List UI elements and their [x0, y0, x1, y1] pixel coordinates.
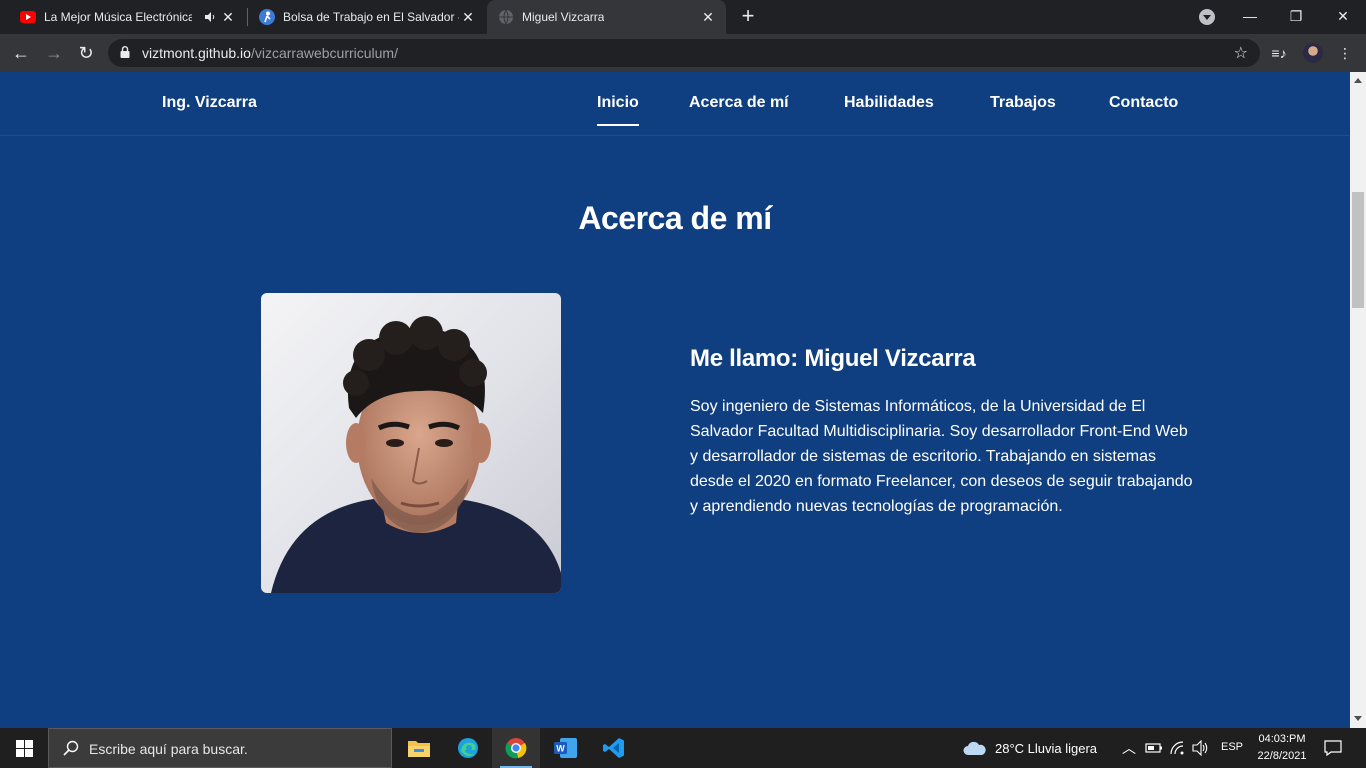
about-heading: Me llamo: Miguel Vizcarra — [690, 345, 976, 372]
profile-avatar[interactable] — [1303, 43, 1323, 63]
page-scrollbar[interactable] — [1350, 72, 1366, 728]
tray-chevron-up-icon[interactable]: ︿ — [1122, 738, 1136, 758]
chrome-icon — [505, 738, 527, 759]
edge-icon — [458, 738, 478, 758]
start-button[interactable] — [0, 728, 48, 768]
profile-photo — [261, 293, 561, 593]
tab-search-icon[interactable] — [1199, 9, 1215, 25]
portrait-illustration — [271, 316, 561, 593]
taskbar-search-box[interactable]: Escribe aquí para buscar. — [48, 728, 392, 768]
site-header: Ing. Vizcarra Inicio Acerca de mí Habili… — [0, 72, 1350, 136]
search-placeholder: Escribe aquí para buscar. — [89, 741, 248, 757]
nav-link-acerca[interactable]: Acerca de mí — [689, 94, 789, 112]
word-icon: W — [554, 738, 577, 758]
close-tab-icon[interactable]: ✕ — [460, 9, 476, 25]
tab-title: La Mejor Música Electrónica — [44, 10, 192, 24]
tab-title: Miguel Vizcarra — [522, 10, 605, 24]
globe-icon — [499, 9, 513, 25]
nav-link-trabajos[interactable]: Trabajos — [990, 94, 1056, 112]
restore-icon[interactable]: ❐ — [1273, 0, 1319, 34]
taskbar-app-edge[interactable] — [444, 728, 492, 768]
minimize-icon[interactable]: — — [1227, 0, 1273, 34]
wifi-icon[interactable] — [1170, 741, 1186, 755]
notification-center-icon[interactable] — [1324, 740, 1342, 756]
taskbar-app-word[interactable]: W — [541, 728, 589, 768]
nav-link-habilidades[interactable]: Habilidades — [844, 94, 934, 112]
address-bar[interactable]: viztmont.github.io/vizcarrawebcurriculum… — [108, 39, 1260, 67]
reload-icon[interactable]: ↻ — [74, 41, 98, 65]
svg-text:W: W — [556, 744, 565, 754]
window-close-icon[interactable]: ✕ — [1320, 0, 1366, 34]
browser-tab-bar: La Mejor Música Electrónica ✕ Bolsa de T… — [0, 0, 1366, 34]
weather-text[interactable]: 28°C Lluvia ligera — [995, 741, 1097, 756]
forward-icon[interactable]: → — [42, 41, 66, 65]
close-tab-icon[interactable]: ✕ — [700, 9, 716, 25]
url-host: viztmont.github.io — [142, 45, 251, 61]
file-explorer-icon — [408, 741, 430, 757]
scroll-thumb[interactable] — [1352, 192, 1364, 308]
tab-job-board[interactable]: Bolsa de Trabajo en El Salvador - ✕ — [248, 0, 486, 34]
language-indicator[interactable]: ESP — [1221, 741, 1243, 753]
search-icon — [63, 740, 79, 756]
new-tab-button[interactable]: + — [736, 5, 760, 29]
section-title: Acerca de mí — [578, 200, 772, 236]
scroll-down-icon[interactable] — [1354, 716, 1362, 721]
weather-cloud-icon[interactable] — [963, 740, 987, 756]
windows-taskbar: Escribe aquí para buscar. W 28°C Lluvia … — [0, 728, 1366, 768]
web-page: Ing. Vizcarra Inicio Acerca de mí Habili… — [0, 72, 1350, 728]
battery-icon[interactable] — [1145, 741, 1163, 755]
scroll-up-icon[interactable] — [1354, 78, 1362, 83]
nav-link-contacto[interactable]: Contacto — [1109, 94, 1178, 112]
about-paragraph: Soy ingeniero de Sistemas Informáticos, … — [690, 398, 1193, 515]
media-control-icon[interactable]: ≡♪ — [1269, 43, 1289, 63]
close-tab-icon[interactable]: ✕ — [220, 9, 236, 25]
chrome-menu-icon[interactable]: ⋮ — [1335, 43, 1355, 63]
url-text: viztmont.github.io/vizcarrawebcurriculum… — [142, 45, 398, 61]
job-board-icon — [259, 9, 275, 25]
taskbar-app-vscode[interactable] — [590, 728, 638, 768]
taskbar-clock[interactable]: 04:03:PM 22/8/2021 — [1252, 731, 1312, 765]
volume-icon[interactable] — [1192, 740, 1210, 756]
browser-toolbar: ← → ↻ viztmont.github.io/vizcarrawebcurr… — [0, 34, 1366, 72]
lock-icon[interactable] — [120, 46, 130, 58]
speaker-icon[interactable] — [204, 11, 216, 23]
site-brand[interactable]: Ing. Vizcarra — [162, 94, 257, 112]
taskbar-app-file-explorer[interactable] — [395, 728, 443, 768]
tab-title: Bolsa de Trabajo en El Salvador - — [283, 10, 459, 24]
clock-time: 04:03:PM — [1258, 733, 1306, 745]
nav-link-inicio[interactable]: Inicio — [597, 94, 639, 126]
vscode-icon — [603, 738, 624, 758]
tab-youtube-music[interactable]: La Mejor Música Electrónica ✕ — [0, 0, 246, 34]
clock-date: 22/8/2021 — [1257, 750, 1307, 762]
tab-miguel-vizcarra[interactable]: Miguel Vizcarra ✕ — [487, 0, 726, 34]
youtube-icon — [20, 11, 36, 23]
back-icon[interactable]: ← — [9, 41, 33, 65]
bookmark-star-icon[interactable]: ☆ — [1234, 43, 1248, 63]
url-path: /vizcarrawebcurriculum/ — [250, 45, 398, 61]
taskbar-app-chrome[interactable] — [492, 728, 540, 768]
windows-logo-icon — [16, 740, 33, 757]
